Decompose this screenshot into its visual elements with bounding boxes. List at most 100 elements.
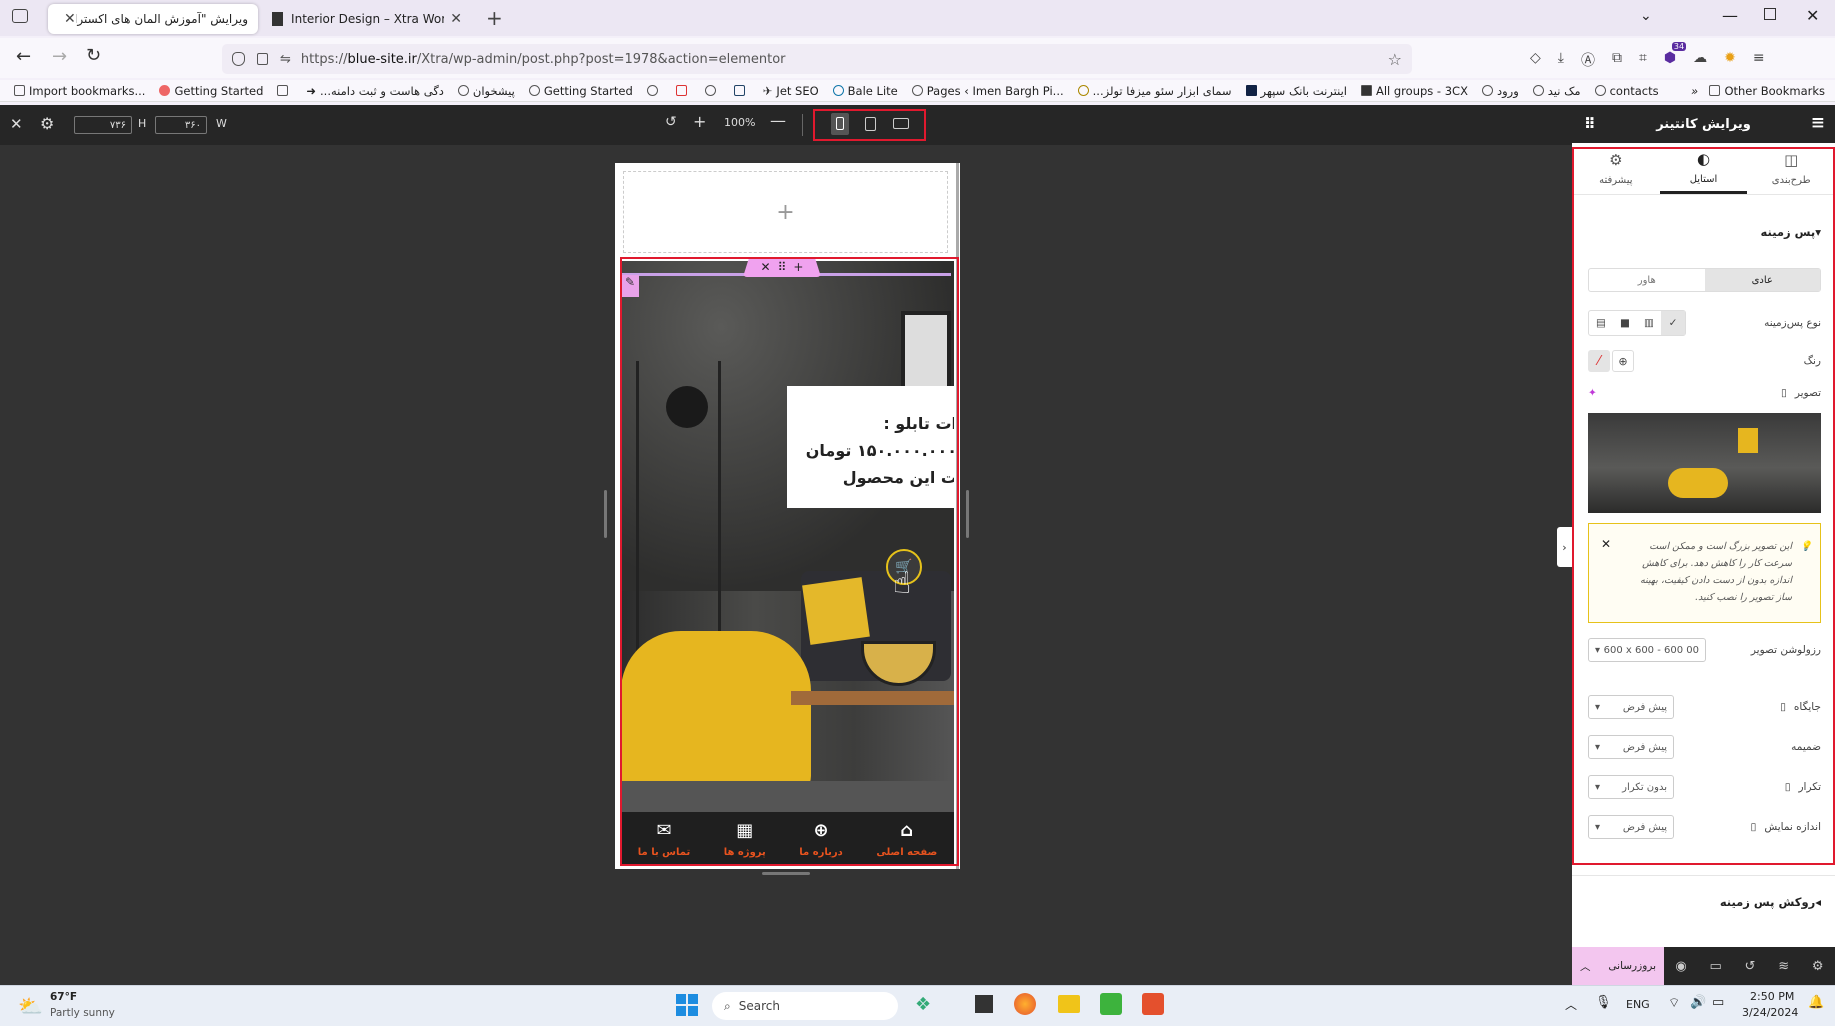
language-indicator[interactable]: ENG <box>1626 998 1650 1011</box>
chevron-up-icon[interactable]: ︿ <box>1580 959 1591 974</box>
bookmark[interactable]: ورود <box>1481 83 1519 98</box>
recorder-icon[interactable] <box>1142 993 1164 1015</box>
resize-handle-right[interactable] <box>966 490 969 538</box>
other-bookmarks[interactable]: » Other Bookmarks <box>1691 84 1825 98</box>
pocket-icon[interactable]: ◇ <box>1530 50 1541 70</box>
menu-icon[interactable]: ≡ <box>1753 50 1765 70</box>
width-input[interactable]: ۳۶۰ <box>155 116 207 134</box>
mizfa-icon <box>1077 85 1089 96</box>
app-icon <box>733 85 745 96</box>
zoom-in-icon[interactable]: + <box>693 112 706 131</box>
bookmark[interactable]: All groups - 3CX <box>1360 84 1468 98</box>
shield-icon <box>232 52 245 66</box>
bale-icon <box>832 85 844 96</box>
firefox-icon[interactable] <box>1014 993 1036 1015</box>
apps-grid-icon[interactable]: ⠿ <box>1584 115 1596 133</box>
reload-icon[interactable]: ↻ <box>86 45 101 66</box>
button-label: بروزرسانی <box>1608 960 1656 972</box>
update-button[interactable]: بروزرسانی ︿ <box>1572 947 1664 985</box>
bookmark-label: Getting Started <box>543 83 633 98</box>
bookmark[interactable]: ...سمای ابزار سئو میزفا تولز <box>1077 84 1232 98</box>
clock-date[interactable]: 3/24/2024 <box>1742 1006 1798 1019</box>
ublock-icon[interactable]: ⬢ 34 <box>1664 42 1687 70</box>
taskbar-search[interactable]: ⌕ Search <box>712 992 898 1020</box>
bookmark[interactable]: Import bookmarks... <box>14 84 145 98</box>
volume-icon[interactable]: 🔊 <box>1690 995 1706 1010</box>
weather-icon[interactable]: ⛅ <box>18 994 43 1018</box>
star-icon[interactable]: ☆ <box>1388 50 1402 69</box>
bookmark[interactable] <box>704 85 720 96</box>
terminal-icon[interactable] <box>975 995 993 1013</box>
minimize-icon[interactable]: — <box>1722 6 1738 25</box>
close-icon[interactable]: ✕ <box>10 115 23 133</box>
copilot-icon[interactable]: ❖ <box>915 994 931 1015</box>
chevron-up-icon[interactable]: ︿ <box>1565 996 1577 1013</box>
bookmark[interactable]: مک نید <box>1532 84 1581 98</box>
settings-icon[interactable]: ⚙ <box>1812 959 1824 974</box>
resize-handle-bottom[interactable] <box>762 872 810 875</box>
extension-icon[interactable]: ⧉ <box>1612 50 1622 70</box>
close-window-icon[interactable]: ✕ <box>1806 6 1819 25</box>
start-button[interactable] <box>676 994 698 1016</box>
globe-icon <box>1481 85 1493 96</box>
zoom-out-icon[interactable]: — <box>770 111 786 130</box>
clock-time[interactable]: 2:50 PM <box>1750 990 1794 1003</box>
responsive-icon[interactable]: ▭ <box>1709 959 1721 974</box>
hamburger-icon[interactable]: ≡ <box>1811 113 1825 133</box>
folder-icon[interactable] <box>1058 995 1080 1013</box>
tab-active[interactable]: ویرایش "آموزش المان های اکسترا" ✕ <box>48 4 258 34</box>
battery-icon[interactable]: ▭ <box>1712 995 1724 1010</box>
bookmark[interactable]: Getting Started <box>159 84 263 98</box>
height-input[interactable]: ۷۳۶ <box>74 116 132 134</box>
bookmark[interactable]: Getting Started <box>528 83 633 98</box>
tab-list-icon[interactable] <box>12 9 28 23</box>
resize-handle-left[interactable] <box>604 490 607 538</box>
bookmark[interactable]: پیشخوان <box>457 84 515 98</box>
reset-zoom-icon[interactable]: ↺ <box>665 114 677 130</box>
close-tab-icon[interactable]: ✕ <box>58 11 76 27</box>
url-path: /Xtra/wp-admin/post.php?post=1978&action… <box>416 51 786 67</box>
download-icon[interactable]: ⤓ <box>1558 50 1564 70</box>
chevron-down-icon[interactable]: ⌄ <box>1640 8 1652 24</box>
extension-badge: 34 <box>1671 42 1687 51</box>
crop-icon[interactable]: ⌗ <box>1639 50 1647 70</box>
notification-icon[interactable]: 🔔 <box>1808 995 1824 1010</box>
addon-icon[interactable]: ✹ <box>1724 50 1736 70</box>
bookmark[interactable] <box>675 85 691 96</box>
sync-icon[interactable]: ☁ <box>1693 50 1707 70</box>
add-section-button[interactable]: + <box>623 171 948 253</box>
bookmark[interactable]: Bale Lite <box>832 84 898 98</box>
url-bar[interactable]: ⇋ https://blue-site.ir/Xtra/wp-admin/pos… <box>222 44 1412 74</box>
bookmark[interactable]: ✈ Jet SEO <box>763 84 819 98</box>
forward-icon[interactable]: → <box>52 46 67 67</box>
new-tab-icon[interactable]: + <box>486 6 503 30</box>
close-tab-icon[interactable]: ✕ <box>444 11 462 27</box>
account-icon[interactable]: Ⓐ <box>1581 50 1595 70</box>
gear-icon[interactable]: ⚙ <box>40 114 54 133</box>
collapse-panel-button[interactable]: › <box>1557 527 1572 567</box>
wifi-icon[interactable]: ⌔ <box>1668 995 1680 1011</box>
bookmark[interactable]: Pages ‹ Imen Bargh Pi... <box>911 84 1064 98</box>
preview-icon[interactable]: ◉ <box>1675 959 1686 974</box>
navigator-icon[interactable]: ≋ <box>1778 959 1789 974</box>
page-icon <box>277 85 289 96</box>
globe-icon <box>1532 85 1544 96</box>
globe-icon <box>1594 85 1606 96</box>
bookmark[interactable] <box>646 85 662 96</box>
section-overlay-header[interactable]: ◂ روکش پس زمینه <box>1588 895 1821 909</box>
bookmark[interactable]: اینترنت بانک سپهر <box>1245 84 1347 98</box>
start-tile <box>688 994 698 1004</box>
bookmark[interactable]: contacts <box>1594 84 1659 98</box>
history-icon[interactable]: ↺ <box>1745 959 1756 974</box>
height-value: ۷۳۶ <box>109 119 126 131</box>
restore-icon[interactable] <box>1764 8 1776 20</box>
highlight-box <box>620 257 959 866</box>
camtasia-icon[interactable] <box>1100 993 1122 1015</box>
bookmark[interactable] <box>733 85 749 96</box>
microphone-icon[interactable]: 🎙 <box>1595 995 1612 1010</box>
bookmark[interactable]: ➜ ...دگی هاست و ثبت دامنه <box>306 84 444 98</box>
back-icon[interactable]: ← <box>16 46 31 67</box>
bookmark[interactable] <box>277 85 292 96</box>
bookmark-label: ورود <box>1496 83 1519 98</box>
tab-interior[interactable]: Interior Design – Xtra WordPress ✕ <box>262 4 472 34</box>
